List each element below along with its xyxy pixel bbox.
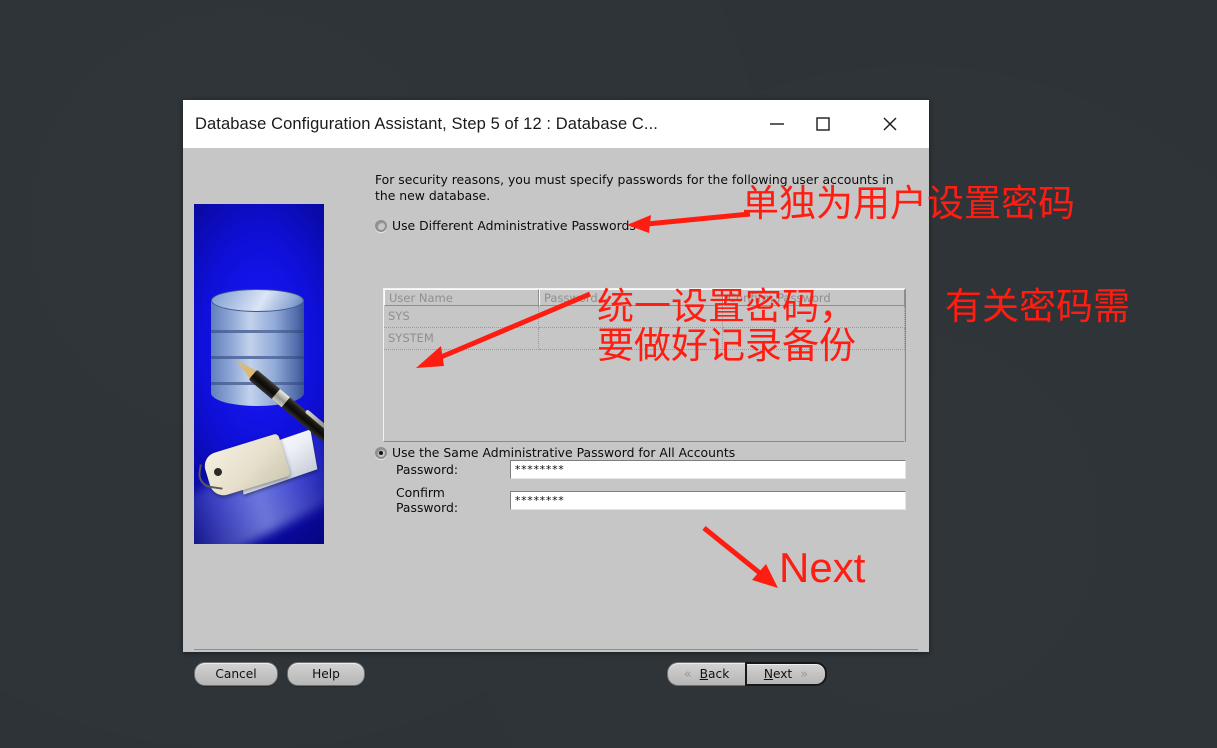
next-button-label: Next bbox=[763, 667, 793, 681]
minimize-button[interactable] bbox=[754, 100, 800, 148]
password-input[interactable]: ******** bbox=[509, 460, 906, 479]
close-icon bbox=[883, 117, 897, 131]
footer-separator bbox=[194, 649, 918, 650]
maximize-icon bbox=[816, 117, 830, 131]
annotation-arrow-to-different-radio bbox=[627, 211, 751, 233]
window-title: Database Configuration Assistant, Step 5… bbox=[195, 114, 658, 133]
radio-different-label: Use Different Administrative Passwords bbox=[392, 218, 636, 233]
cancel-button[interactable]: Cancel bbox=[194, 662, 278, 686]
password-fields-section: Password: ******** Confirm Password: ***… bbox=[383, 460, 906, 521]
annotation-note-same: 统一设置密码， 要做好记录备份 bbox=[597, 285, 856, 368]
tag-string-icon bbox=[196, 464, 226, 490]
navigation-button-group: « Back Next » bbox=[667, 662, 827, 686]
button-bar: Cancel Help « Back Next » bbox=[183, 658, 929, 698]
back-button-label: Back bbox=[699, 667, 730, 681]
confirm-password-label: Confirm Password: bbox=[396, 485, 459, 515]
back-button[interactable]: « Back bbox=[667, 662, 745, 686]
confirm-password-input[interactable]: ******** bbox=[509, 490, 906, 510]
confirm-password-row: Confirm Password: ******** bbox=[383, 485, 906, 515]
window-titlebar: Database Configuration Assistant, Step 5… bbox=[183, 100, 929, 148]
annotation-arrow-to-same-radio bbox=[416, 291, 591, 368]
password-row: Password: ******** bbox=[383, 460, 906, 479]
radio-same-label: Use the Same Administrative Password for… bbox=[392, 445, 736, 460]
radio-same-indicator bbox=[375, 446, 387, 459]
maximize-button[interactable] bbox=[800, 100, 846, 148]
chevron-right-icon: » bbox=[800, 666, 809, 682]
next-button[interactable]: Next » bbox=[745, 662, 827, 686]
annotation-arrow-to-next-button bbox=[702, 526, 778, 588]
password-label: Password: bbox=[396, 462, 459, 477]
annotation-note-same-right: 有关密码需 bbox=[945, 285, 1130, 328]
close-button[interactable] bbox=[867, 100, 913, 148]
help-button[interactable]: Help bbox=[287, 662, 365, 686]
annotation-note-next: Next bbox=[779, 544, 866, 591]
annotation-note-different: 单独为用户设置密码 bbox=[742, 182, 1075, 225]
radio-use-same-password[interactable]: Use the Same Administrative Password for… bbox=[375, 445, 735, 460]
chevron-left-icon: « bbox=[683, 666, 692, 682]
minimize-icon bbox=[770, 123, 784, 125]
radio-different-indicator bbox=[375, 219, 387, 232]
radio-same-password-group: Use the Same Administrative Password for… bbox=[375, 445, 735, 460]
banner-illustration bbox=[194, 204, 324, 544]
